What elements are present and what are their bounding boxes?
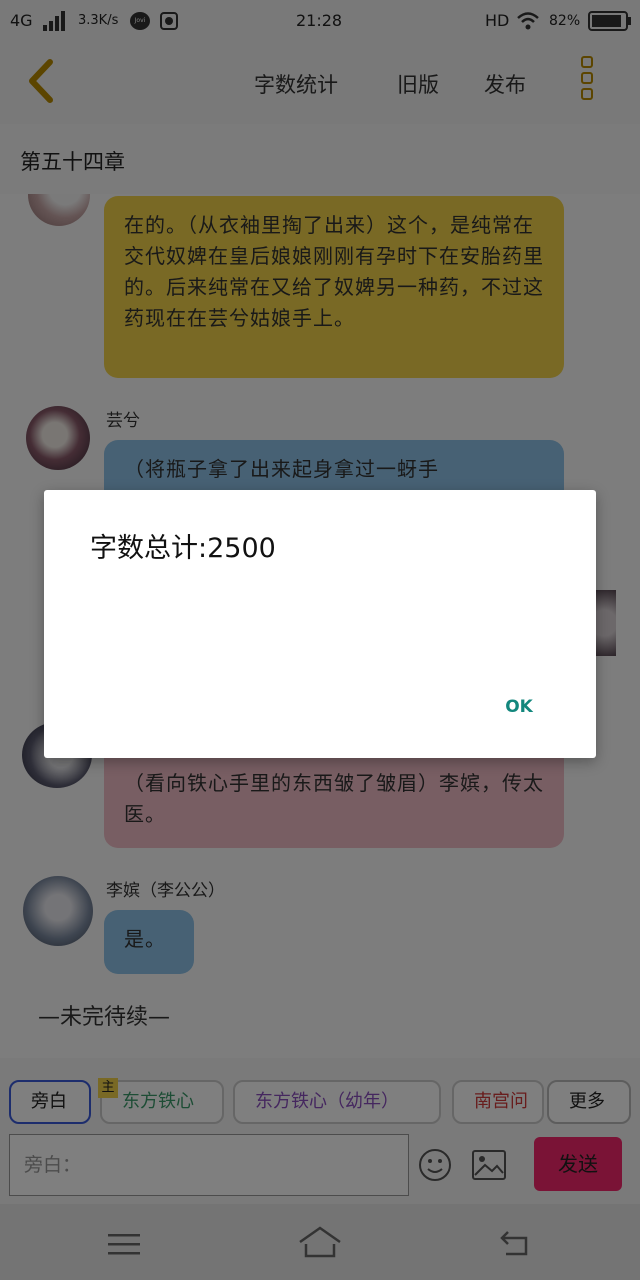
ok-button[interactable]: OK bbox=[494, 690, 544, 724]
word-count-dialog: 字数总计:2500 OK bbox=[44, 490, 596, 758]
dialog-message: 字数总计:2500 bbox=[90, 533, 276, 564]
